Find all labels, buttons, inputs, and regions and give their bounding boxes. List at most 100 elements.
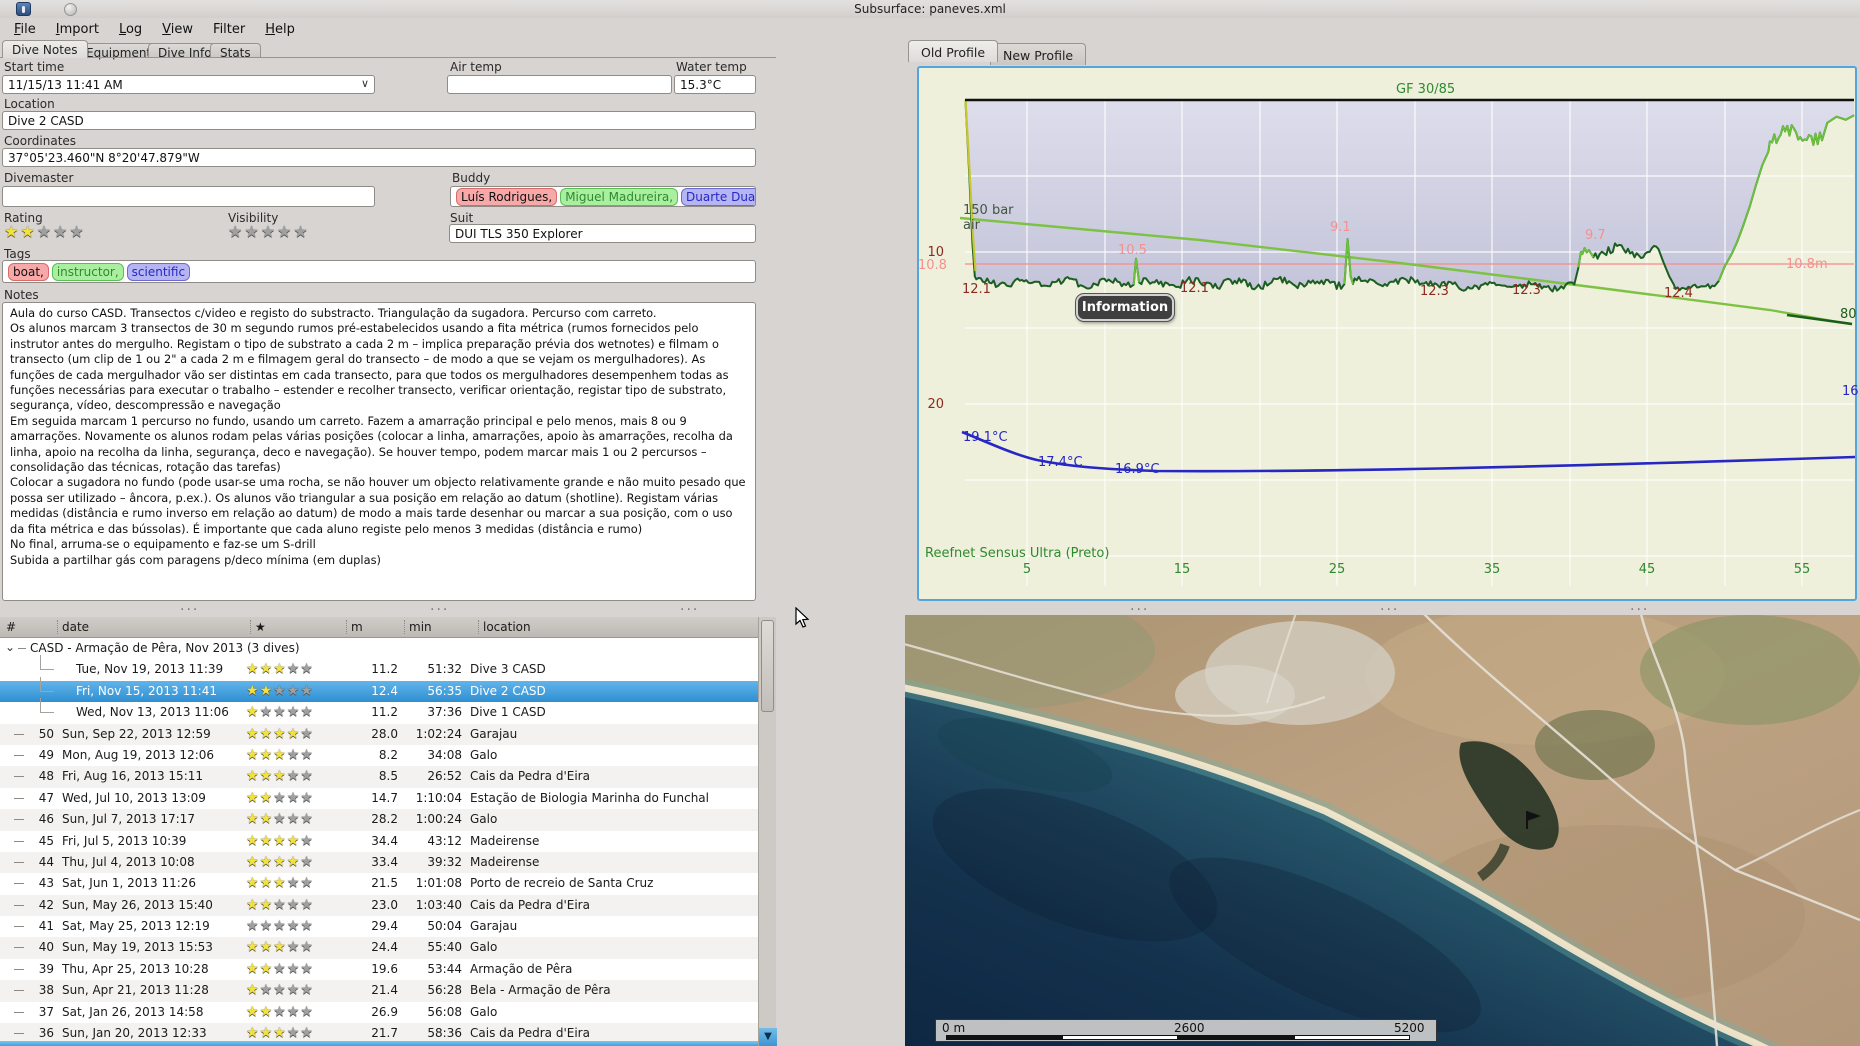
cell-rating: ★★★★★ [246, 726, 314, 742]
column-header-location[interactable]: location [478, 620, 531, 634]
star-icon: ★ [260, 222, 278, 241]
cell-date: Tue, Nov 19, 2013 11:39 [76, 662, 224, 677]
dive-list-table[interactable]: # date ★ m min location ⌄ CASD - Armação de Pê… [0, 617, 758, 1046]
table-row[interactable]: 50 Sun, Sep 22, 2013 12:59 ★★★★★ 28.0 1:02:2… [0, 723, 758, 745]
pill-scientific[interactable]: scientific [126, 263, 191, 281]
pill-boat[interactable]: boat, [8, 263, 49, 281]
table-row[interactable]: 41 Sat, May 25, 2013 12:19 ★★★★★ 29.4 50:04 G… [0, 916, 758, 938]
table-row[interactable]: 43 Sat, Jun 1, 2013 11:26 ★★★★★ 21.5 1:01:08… [0, 873, 758, 895]
cell-location: Galo [470, 1004, 498, 1019]
table-row[interactable]: 38 Sun, Apr 21, 2013 11:28 ★★★★★ 21.4 56:28 B… [0, 980, 758, 1002]
star-icon: ★ [259, 960, 274, 977]
table-row[interactable]: 44 Thu, Jul 4, 2013 10:08 ★★★★★ 33.4 39:32 Ma… [0, 851, 758, 874]
title-bar[interactable]: Subsurface: paneves.xml [0, 0, 1860, 18]
cell-date: Fri, Jul 5, 2013 10:39 [62, 833, 187, 848]
menu-item-log[interactable]: Log [109, 20, 152, 39]
pill-miguel-madureira[interactable]: Miguel Madureira, [560, 188, 679, 206]
tab-new-profile[interactable]: New Profile [990, 43, 1087, 65]
time-axis-tick: 5 [1022, 562, 1032, 577]
pressure-start-label: 150 bar [963, 203, 1014, 218]
column-header-min[interactable]: min [404, 620, 432, 634]
pill-instructor[interactable]: instructor, [51, 263, 124, 281]
notes-textarea[interactable]: Aula do curso CASD. Transectos c/video e… [2, 302, 756, 601]
table-row[interactable]: 45 Fri, Jul 5, 2013 10:39 ★★★★★ 34.4 43:12 Ma… [0, 830, 758, 852]
start-time-combobox[interactable]: 11/15/13 11:41 AM ∨ [2, 75, 375, 94]
star-icon: ★ [259, 682, 274, 699]
column-header-date[interactable]: date [57, 620, 89, 634]
tab-dive-notes[interactable]: Dive Notes [2, 40, 88, 58]
table-row[interactable]: 42 Sun, May 26, 2013 15:40 ★★★★★ 23.0 1:03:4… [0, 894, 758, 917]
scrollbar-handle[interactable] [761, 620, 774, 712]
buddy-input[interactable]: Luís Rodrigues, Miguel Madureira, Duarte D… [450, 186, 756, 207]
cell-duration: 53:44 [427, 961, 462, 976]
splitter-handle[interactable]: ··· [430, 602, 449, 618]
table-row[interactable]: Wed, Nov 13, 2013 11:06 ★★★★★ 11.2 37:36 Div… [0, 698, 758, 724]
cell-date: Fri, Aug 16, 2013 15:11 [62, 769, 204, 784]
star-icon: ★ [300, 661, 314, 678]
air-temp-input[interactable] [447, 75, 672, 94]
table-row[interactable]: Tue, Nov 19, 2013 11:39 ★★★★★ 11.2 51:32 Div… [0, 655, 758, 681]
table-row[interactable]: 47 Wed, Jul 10, 2013 13:09 ★★★★★ 14.7 1:10:0… [0, 787, 758, 810]
table-row[interactable]: 39 Thu, Apr 25, 2013 10:28 ★★★★★ 19.6 53:44 A… [0, 958, 758, 981]
information-button[interactable]: Information [1076, 294, 1174, 321]
coordinates-input[interactable]: 37°05'23.460"N 8°20'47.879"W [2, 148, 756, 167]
table-row[interactable]: 48 Fri, Aug 16, 2013 15:11 ★★★★★ 8.5 26:52 Ca… [0, 766, 758, 788]
table-body: ⌄ CASD - Armação de Pêra, Nov 2013 (3 div… [0, 638, 758, 1045]
star-icon: ★ [300, 811, 314, 828]
table-row[interactable]: 37 Sat, Jan 26, 2013 14:58 ★★★★★ 26.9 56:08 G… [0, 1001, 758, 1024]
table-header[interactable]: # date ★ m min location [0, 617, 758, 638]
tab-stats[interactable]: Stats [210, 43, 261, 60]
star-icon: ★ [246, 1025, 260, 1042]
star-icon: ★ [286, 960, 301, 977]
cell-depth: 26.9 [371, 1004, 398, 1019]
menu-item-file[interactable]: File [4, 20, 46, 39]
star-icon: ★ [273, 918, 287, 935]
map-scale-bar: 0 m 2600 5200 [935, 1019, 1437, 1042]
tab-old-profile[interactable]: Old Profile [908, 40, 999, 62]
suit-input[interactable]: DUI TLS 350 Explorer [449, 224, 756, 243]
satellite-map[interactable]: Ribeira de Alcantarilha Armação de Pêra … [905, 615, 1860, 1046]
menu-item-filter[interactable]: Filter [203, 20, 255, 39]
subsurface-window: Subsurface: paneves.xml File Import Log Vie… [0, 0, 1860, 1046]
star-icon: ★ [246, 918, 260, 935]
menu-item-import[interactable]: Import [46, 20, 109, 39]
vertical-scrollbar[interactable]: ▼ [758, 617, 777, 1046]
table-row[interactable]: 40 Sun, May 19, 2013 15:53 ★★★★★ 24.4 55:40 G… [0, 937, 758, 959]
pill-duarte-duarte[interactable]: Duarte Duarte [681, 188, 755, 206]
tags-input[interactable]: boat, instructor, scientific [2, 260, 756, 283]
column-header-m[interactable]: m [346, 620, 363, 634]
visibility-stars[interactable]: ★★★★★ [228, 222, 310, 241]
pill-luís-rodrigues[interactable]: Luís Rodrigues, [456, 188, 558, 206]
star-icon: ★ [300, 789, 314, 806]
divemaster-input[interactable] [2, 186, 375, 207]
star-icon: ★ [273, 789, 287, 806]
star-icon: ★ [286, 1025, 301, 1042]
rating-stars[interactable]: ★★★★★ [4, 222, 86, 241]
chevron-down-icon[interactable]: ∨ [361, 77, 369, 90]
water-temp-input[interactable]: 15.3°C [674, 75, 756, 94]
scale-right: 5200 [1394, 1021, 1425, 1035]
table-row[interactable]: 46 Sun, Jul 7, 2013 17:17 ★★★★★ 28.2 1:00:24… [0, 809, 758, 831]
horizontal-scrollbar[interactable] [0, 1041, 758, 1046]
splitter-handle[interactable]: ··· [680, 602, 699, 618]
column-header-★[interactable]: ★ [250, 620, 266, 634]
splitter-handle[interactable]: ··· [180, 602, 199, 618]
star-icon: ★ [300, 875, 314, 892]
cell-number: 38 [38, 983, 54, 998]
trip-row[interactable]: ⌄ CASD - Armação de Pêra, Nov 2013 (3 div… [0, 638, 758, 660]
tags-label: Tags [4, 247, 31, 261]
menu-item-help[interactable]: Help [255, 20, 305, 39]
column-header-num[interactable]: # [2, 620, 16, 634]
menu-item-view[interactable]: View [152, 20, 203, 39]
table-row[interactable]: 49 Mon, Aug 19, 2013 12:06 ★★★★★ 8.2 34:08 Ga… [0, 744, 758, 767]
star-icon: ★ [273, 960, 287, 977]
tree-branch [40, 698, 54, 714]
location-input[interactable]: Dive 2 CASD [2, 111, 756, 130]
scroll-down-button[interactable]: ▼ [759, 1028, 777, 1046]
dive-profile-chart [959, 98, 1856, 586]
time-axis-tick: 15 [1173, 562, 1191, 577]
expander-icon[interactable]: ⌄ [5, 640, 15, 654]
pressure-end-label: 80 [1840, 307, 1857, 322]
table-row[interactable]: Fri, Nov 15, 2013 11:41 ★★★★★ 12.4 56:35 Div… [0, 676, 758, 703]
star-icon: ★ [300, 1003, 314, 1020]
